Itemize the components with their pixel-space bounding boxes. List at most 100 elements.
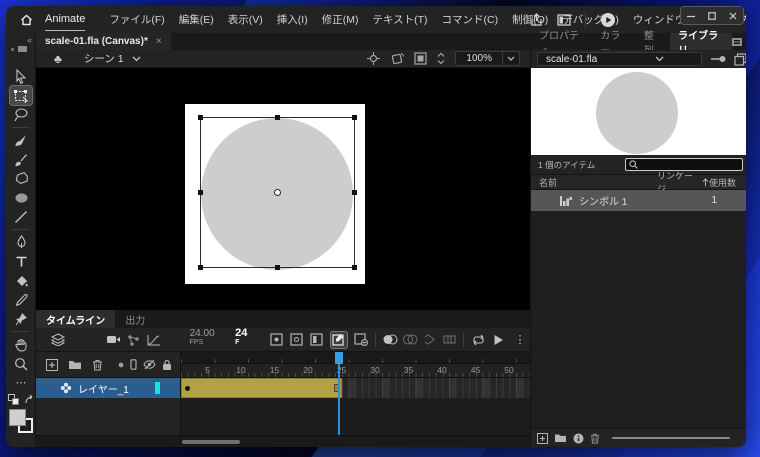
transform-handle-s[interactable]	[275, 265, 280, 270]
new-library-panel-icon[interactable]	[734, 53, 746, 66]
tween-span[interactable]	[181, 378, 342, 398]
delete-item-icon[interactable]	[590, 433, 600, 444]
menu-text[interactable]: テキスト(T)	[366, 9, 433, 30]
new-layer-icon[interactable]	[46, 359, 58, 371]
column-use-count[interactable]: 使用数	[709, 176, 746, 189]
close-button[interactable]	[722, 7, 743, 24]
highlight-layer-icon[interactable]	[118, 359, 124, 371]
hide-layer-icon[interactable]	[143, 359, 156, 371]
layer-frames-row[interactable]	[181, 378, 531, 398]
frame-ruler[interactable]: 5 10 15 20 25 30 35 40 45 50	[181, 364, 531, 378]
play-icon[interactable]	[488, 334, 508, 346]
tab-library[interactable]: ライブラリ	[670, 33, 732, 50]
transform-handle-sw[interactable]	[198, 265, 203, 270]
keyframe-dot[interactable]	[185, 386, 190, 391]
selection-tool[interactable]	[10, 67, 32, 86]
insert-blank-keyframe-icon[interactable]	[287, 333, 307, 346]
layer-row[interactable]: レイヤー_1	[36, 378, 180, 398]
auto-keyframe-icon[interactable]	[331, 332, 347, 348]
library-item-list[interactable]: シンボル 1 1	[531, 190, 746, 428]
line-tool[interactable]	[10, 207, 32, 226]
close-tab-icon[interactable]: ×	[156, 36, 162, 47]
edit-multiple-frames-icon[interactable]	[420, 334, 440, 345]
loop-icon[interactable]	[468, 334, 488, 346]
hand-tool[interactable]	[10, 335, 32, 354]
maximize-button[interactable]	[702, 7, 723, 24]
transform-handle-ne[interactable]	[352, 115, 357, 120]
onion-markers-icon[interactable]	[439, 334, 459, 345]
menu-file[interactable]: ファイル(F)	[103, 9, 170, 30]
lasso-tool[interactable]	[10, 105, 32, 124]
transform-handle-nw[interactable]	[198, 115, 203, 120]
default-colors-icon[interactable]	[8, 394, 19, 405]
fill-stroke-color-chips[interactable]	[9, 409, 33, 433]
frame-rate-display[interactable]: 24.00 FPS	[190, 328, 228, 351]
library-horizontal-scrollbar[interactable]	[612, 437, 730, 439]
layers-view-icon[interactable]	[48, 333, 68, 346]
home-icon[interactable]	[20, 14, 33, 26]
clip-content-icon[interactable]	[414, 52, 427, 65]
fluid-brush-tool[interactable]	[10, 131, 32, 150]
library-item-name[interactable]: シンボル 1	[579, 193, 627, 208]
current-frame-display[interactable]: 24 F	[235, 327, 253, 352]
insert-keyframe-icon[interactable]	[267, 333, 287, 346]
free-transform-bounding-box[interactable]	[200, 117, 355, 268]
rotate-canvas-icon[interactable]	[390, 52, 404, 65]
outline-layer-icon[interactable]	[130, 359, 137, 371]
document-chevron-down-icon[interactable]	[625, 56, 696, 62]
onion-skin-icon[interactable]	[380, 334, 400, 345]
zoom-tool[interactable]	[10, 354, 32, 373]
insert-frame-icon[interactable]	[307, 333, 327, 346]
item-properties-icon[interactable]	[573, 433, 584, 444]
swap-colors-icon[interactable]	[24, 394, 35, 405]
test-movie-icon[interactable]	[600, 12, 616, 28]
workspace-icon[interactable]	[557, 14, 571, 26]
oval-tool[interactable]	[10, 188, 32, 207]
new-folder-icon[interactable]	[554, 433, 567, 443]
menu-edit[interactable]: 編集(E)	[173, 9, 220, 30]
document-tab[interactable]: scale-01.fla (Canvas)* ×	[36, 33, 171, 50]
new-symbol-icon[interactable]	[537, 433, 548, 444]
layer-name[interactable]: レイヤー_1	[78, 381, 129, 396]
graph-editor-icon[interactable]	[144, 334, 164, 346]
timeline-scrollbar-thumb[interactable]	[182, 440, 240, 444]
zoom-level-value[interactable]: 100%	[456, 53, 502, 64]
time-marker-row[interactable]: 2s	[181, 352, 531, 364]
tab-properties[interactable]: プロパティ	[531, 33, 592, 50]
transform-handle-w[interactable]	[198, 190, 203, 195]
scene-chevron-down-icon[interactable]	[132, 56, 141, 62]
center-stage-icon[interactable]	[367, 52, 380, 65]
zoom-level-control[interactable]: 100%	[455, 51, 520, 66]
library-search-input[interactable]	[641, 160, 737, 170]
tab-output[interactable]: 出力	[115, 310, 155, 328]
share-icon[interactable]	[530, 13, 543, 27]
asset-warp-tool[interactable]	[10, 309, 32, 328]
timeline-more-icon[interactable]: ⋮	[510, 333, 530, 346]
collapse-panel-icon[interactable]: «	[27, 35, 32, 45]
classic-brush-tool[interactable]	[10, 150, 32, 169]
pen-tool[interactable]	[10, 233, 32, 252]
frames-area[interactable]: 2s 5 10 15 20 25 30 35 40 45 50	[180, 352, 530, 435]
transform-handle-n[interactable]	[275, 115, 280, 120]
playhead[interactable]	[335, 352, 343, 364]
free-transform-tool[interactable]	[10, 86, 32, 105]
delete-frame-icon[interactable]	[351, 333, 371, 346]
zoom-stepper[interactable]	[437, 52, 445, 65]
transform-center-point[interactable]	[274, 189, 281, 196]
lock-layer-icon[interactable]	[162, 359, 172, 371]
paint-bucket-tool[interactable]	[10, 271, 32, 290]
layer-outline-color-swatch[interactable]	[155, 382, 160, 394]
timeline-scrollbar[interactable]	[36, 435, 530, 447]
menu-modify[interactable]: 修正(M)	[316, 9, 365, 30]
delete-layer-icon[interactable]	[92, 359, 103, 371]
library-item-row[interactable]: シンボル 1 1	[531, 190, 746, 211]
new-folder-icon[interactable]	[68, 359, 82, 370]
stage-artboard[interactable]	[185, 104, 365, 284]
minimize-button[interactable]	[681, 7, 702, 24]
onion-skin-outline-icon[interactable]	[400, 334, 420, 345]
library-document-select[interactable]: scale-01.fla	[537, 52, 702, 66]
tab-timeline[interactable]: タイムライン	[36, 310, 115, 328]
eyedropper-tool[interactable]	[10, 290, 32, 309]
tab-color[interactable]: カラー	[592, 33, 636, 50]
stage-pasteboard[interactable]	[36, 68, 530, 310]
